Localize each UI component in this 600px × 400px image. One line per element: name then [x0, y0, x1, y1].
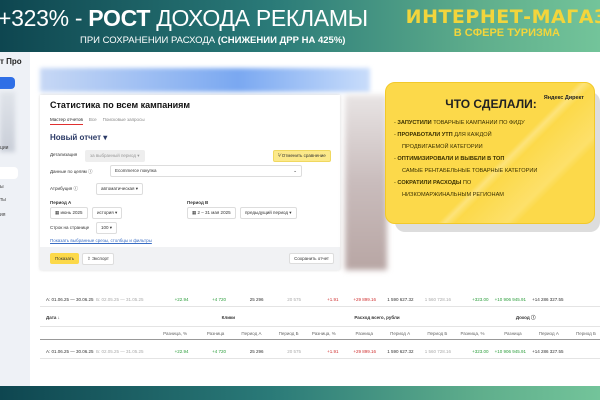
- table-cell: 25 296: [249, 349, 264, 354]
- results-card: ЧТО СДЕЛАЛИ: Яндекс Директ - ЗАПУСТИЛИ Т…: [385, 82, 595, 224]
- summary-row: А: 01.06.25 — 30.06.25 Б: 02.05.25 — 31.…: [40, 293, 600, 307]
- goals-select[interactable]: Ecommerce покупка ⌄: [110, 165, 302, 177]
- card-list-item: - ОПТИМИЗИРОВАЛИ И ВЫВЕЛИ В ТОП: [394, 156, 505, 162]
- show-filters-link[interactable]: Показать выбранные срезы, столбцы и филь…: [50, 238, 152, 243]
- sidebar-primary-button[interactable]: [0, 77, 15, 89]
- sub-header[interactable]: Разница: [488, 331, 525, 336]
- sidebar-logo: т Про: [0, 57, 22, 66]
- save-report-button[interactable]: Сохранить отчет: [289, 253, 334, 264]
- report-name-dropdown[interactable]: Новый отчет ▾: [50, 133, 107, 142]
- table-cell: 1 560 728.16: [424, 349, 451, 354]
- cancel-compare-button[interactable]: ⅟ Отменить сравнение: [273, 150, 331, 162]
- group-header: Расход всего, рубли: [354, 315, 400, 320]
- date-a: А: 01.06.25 — 30.06.25: [46, 349, 94, 354]
- table-sub-header: Разница, % Разница Период А Период Б Разница…: [40, 328, 600, 340]
- table-cell: +29 899.16: [353, 349, 376, 354]
- sub-header[interactable]: Период Б: [563, 331, 600, 336]
- attribution-label: Атрибуция ⓘ: [50, 186, 78, 191]
- sidebar-item[interactable]: ты: [0, 197, 6, 203]
- table-cell: +22.94: [174, 349, 189, 354]
- period-b-label: Период B: [187, 200, 209, 205]
- group-header: Доход ⓘ: [515, 314, 536, 320]
- period-b-mode[interactable]: предыдущий период ▾: [240, 207, 297, 219]
- table-cell: +10 906 945.91: [494, 297, 526, 302]
- panel-title: Статистика по всем кампаниям: [50, 100, 191, 110]
- tabs: Мастер отчетов Все Поисковые запросы: [50, 117, 151, 125]
- tab-all[interactable]: Все: [89, 117, 97, 122]
- panel-footer: Показать ⇪ Экспорт Сохранить отчет: [40, 247, 340, 270]
- sub-header[interactable]: Период А: [228, 331, 265, 336]
- card-list-item: - ЗАПУСТИЛИ ТОВАРНЫЕ КАМПАНИИ ПО ФИДУ: [394, 120, 525, 126]
- goals-label: Данные по целям ⓘ: [50, 169, 93, 174]
- date-b: Б: 02.05.25 — 31.05.25: [96, 349, 144, 354]
- sidebar-blurred-block: [0, 92, 15, 152]
- table-cell: 20 575: [287, 349, 301, 354]
- date-column-header[interactable]: Дата ↓: [40, 315, 154, 320]
- sidebar-item[interactable]: ции: [0, 145, 8, 151]
- tab-report-master[interactable]: Мастер отчетов: [50, 117, 83, 125]
- table-cell: 25 296: [249, 297, 264, 302]
- brand-title: ИНТЕРНЕТ-МАГАЗ: [405, 6, 600, 28]
- card-list-item: - ПРОРАБОТАЛИ УТП ДЛЯ КАЖДОЙ: [394, 132, 492, 138]
- sidebar: т Про ции ы ты ия: [0, 52, 30, 386]
- sub-header[interactable]: Период Б: [414, 331, 451, 336]
- sub-header[interactable]: Разница: [191, 331, 228, 336]
- period-a-mode[interactable]: история ▾: [92, 207, 123, 219]
- card-list-item: САМЫЕ РЕНТАБЕЛЬНЫЕ ТОВАРНЫЕ КАТЕГОРИИ: [402, 168, 538, 174]
- sidebar-item[interactable]: ы: [0, 184, 4, 190]
- table-cell: 1 590 627.32: [387, 297, 414, 302]
- table-cell: 1 590 627.32: [387, 349, 414, 354]
- period-a-date[interactable]: ▦ июнь 2025: [50, 207, 88, 219]
- blurred-top-bar: [40, 68, 370, 92]
- sidebar-item[interactable]: ия: [0, 212, 6, 218]
- blurred-image: [345, 95, 387, 270]
- table-cell: +14 286 327.55: [532, 297, 564, 302]
- detail-label: Детализация: [50, 152, 78, 157]
- subheadline: ПРИ СОХРАНЕНИИ РАСХОДА (СНИЖЕНИИ ДРР НА …: [80, 35, 346, 46]
- sub-header[interactable]: Период А: [377, 331, 414, 336]
- rows-label: Строк на странице: [50, 225, 90, 230]
- detail-select[interactable]: за выбранный период ▾: [85, 150, 145, 162]
- period-b-date[interactable]: ▦ 2 – 31 мая 2025: [187, 207, 236, 219]
- export-button[interactable]: ⇪ Экспорт: [82, 253, 114, 265]
- table-cell: +4 720: [212, 297, 226, 302]
- table-cell: +22.94: [174, 297, 189, 302]
- table-cell: +14 286 327.55: [532, 349, 564, 354]
- table-cell: +323.00: [472, 297, 489, 302]
- table-cell: 1 560 728.16: [424, 297, 451, 302]
- sub-header[interactable]: Период Б: [265, 331, 302, 336]
- table-cell: +29 899.16: [353, 297, 376, 302]
- sub-header[interactable]: Разница, %: [451, 331, 488, 336]
- table-cell: 20 575: [287, 297, 301, 302]
- tab-search-queries[interactable]: Поисковые запросы: [103, 117, 145, 122]
- sub-header[interactable]: Разница, %: [154, 331, 191, 336]
- card-list-item: - СОКРАТИЛИ РАСХОДЫ ПО: [394, 180, 472, 186]
- yandex-direct-logo: Яндекс Директ: [543, 95, 584, 101]
- attribution-select[interactable]: автоматическая ▾: [96, 183, 143, 195]
- sidebar-item-active[interactable]: [0, 167, 18, 179]
- stats-panel: Статистика по всем кампаниям Мастер отче…: [40, 95, 340, 270]
- group-header: Клики: [221, 315, 236, 320]
- date-a: А: 01.06.25 — 30.06.25: [46, 297, 94, 302]
- rows-select[interactable]: 100 ▾: [96, 222, 118, 234]
- sub-header[interactable]: Период А: [526, 331, 563, 336]
- sub-header[interactable]: Разница: [340, 331, 377, 336]
- table-cell: +1.91: [327, 349, 339, 354]
- date-b: Б: 02.05.25 — 31.05.25: [96, 297, 144, 302]
- show-button[interactable]: Показать: [50, 253, 80, 264]
- card-list: - ЗАПУСТИЛИ ТОВАРНЫЕ КАМПАНИИ ПО ФИДУ - П…: [394, 117, 537, 201]
- table-cell: +1.91: [327, 297, 339, 302]
- period-a-label: Период А: [50, 200, 72, 205]
- brand-subtitle: В СФЕРЕ ТУРИЗМА: [453, 27, 560, 39]
- card-list-item: ПРОДВИГАЕМОЙ КАТЕГОРИИ: [402, 144, 483, 150]
- table-row: А: 01.06.25 — 30.06.25 Б: 02.05.25 — 31.…: [40, 345, 600, 359]
- table-cell: +4 720: [212, 349, 226, 354]
- table-cell: +323.00: [472, 349, 489, 354]
- card-list-item: НИЗКОМАРЖИНАЛЬНЫМ РЕГИОНАМ: [402, 192, 504, 198]
- headline: +323% - РОСТ ДОХОДА РЕКЛАМЫ: [0, 5, 368, 31]
- sub-header[interactable]: Разница, %: [303, 331, 340, 336]
- table-cell: +10 906 945.91: [494, 349, 526, 354]
- table-group-header: Дата ↓ Клики Расход всего, рубли Доход ⓘ: [40, 309, 600, 327]
